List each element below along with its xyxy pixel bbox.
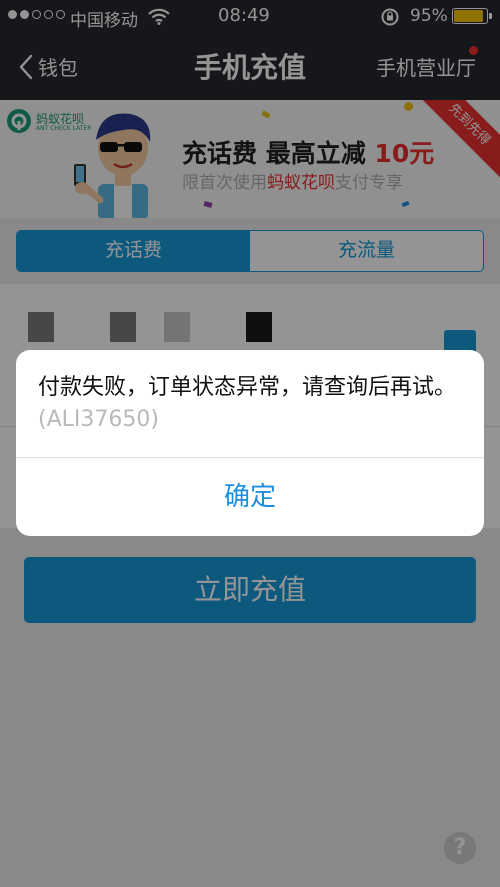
alert-error-code: (ALI37650) xyxy=(38,407,159,432)
alert-message-text: 付款失败，订单状态异常，请查询后再试。 xyxy=(38,375,457,400)
alert-message: 付款失败，订单状态异常，请查询后再试。 (ALI37650) xyxy=(38,372,468,436)
error-alert-dialog: 付款失败，订单状态异常，请查询后再试。 (ALI37650) 确定 xyxy=(16,350,484,536)
confirm-button[interactable]: 确定 xyxy=(16,458,484,536)
